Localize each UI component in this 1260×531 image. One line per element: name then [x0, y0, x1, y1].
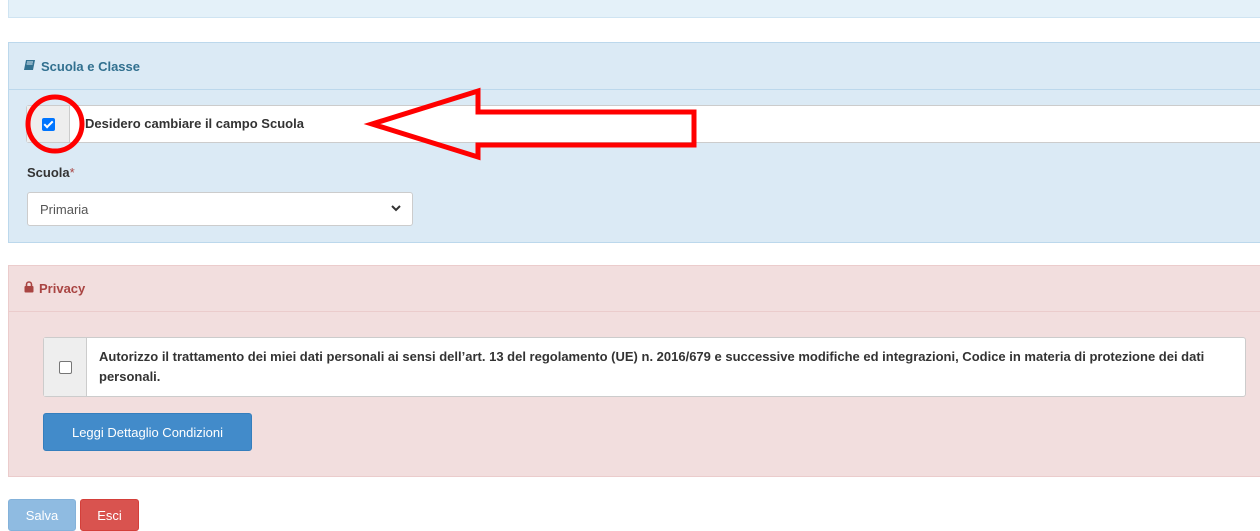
change-school-checkbox[interactable] — [41, 117, 55, 131]
school-select-value: Primaria — [40, 201, 89, 217]
privacy-consent-field: Autorizzo il trattamento dei miei dati p… — [43, 337, 1246, 397]
lock-icon — [24, 281, 34, 296]
school-class-panel: Scuola e Classe Desidero cambiare il cam… — [8, 42, 1260, 243]
school-class-panel-title: Scuola e Classe — [41, 58, 140, 74]
privacy-panel: Privacy Autorizzo il trattamento dei mie… — [8, 265, 1260, 477]
privacy-panel-title: Privacy — [39, 281, 86, 296]
chevron-down-icon — [390, 201, 402, 218]
school-field-label: Scuola* — [27, 165, 75, 180]
change-school-field: Desidero cambiare il campo Scuola — [26, 105, 1260, 143]
privacy-panel-heading: Privacy — [9, 266, 1260, 312]
school-select[interactable]: Primaria — [27, 192, 413, 226]
privacy-consent-checkbox[interactable] — [58, 360, 72, 374]
save-button[interactable]: Salva — [8, 499, 76, 531]
required-marker: * — [69, 165, 75, 180]
book-icon — [24, 59, 36, 74]
privacy-consent-checkbox-addon[interactable] — [44, 338, 87, 396]
previous-panel-bottom — [8, 0, 1260, 18]
change-school-label: Desidero cambiare il campo Scuola — [85, 116, 304, 131]
change-school-checkbox-addon[interactable] — [27, 106, 70, 142]
school-class-panel-heading: Scuola e Classe — [9, 43, 1260, 90]
school-field-label-text: Scuola — [27, 165, 70, 180]
exit-button[interactable]: Esci — [80, 499, 139, 531]
privacy-consent-text: Autorizzo il trattamento dei miei dati p… — [99, 349, 1205, 384]
read-conditions-button[interactable]: Leggi Dettaglio Condizioni — [43, 413, 252, 451]
